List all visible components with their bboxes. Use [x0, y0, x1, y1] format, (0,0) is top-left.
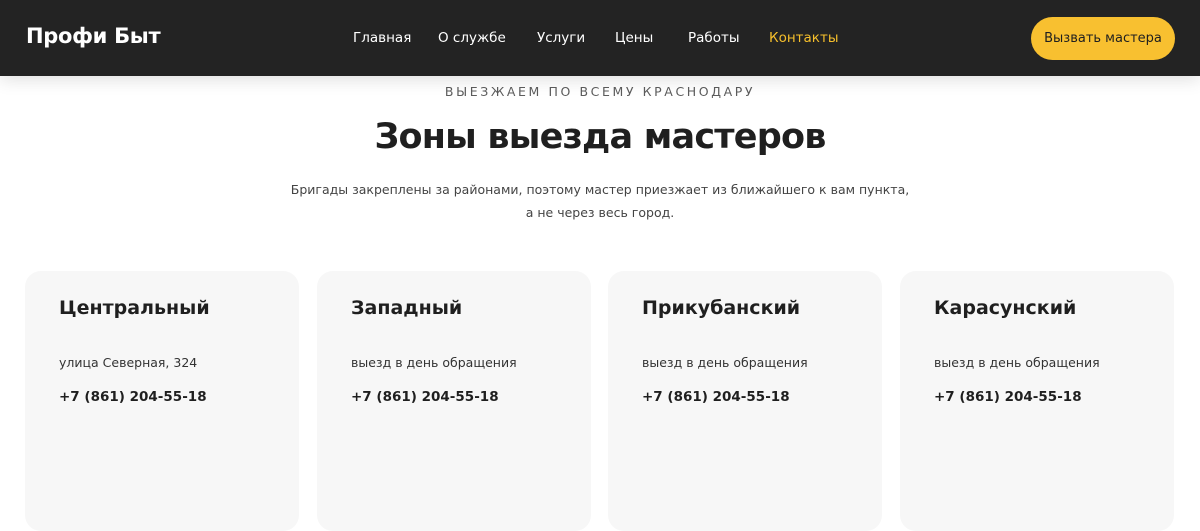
nav-link-contacts[interactable]: Контакты: [769, 30, 838, 46]
zone-name: Прикубанский: [642, 297, 801, 319]
zone-card-central: Центральный улица Северная, 324 +7 (861)…: [25, 271, 299, 531]
site-logo[interactable]: Профи Быт: [26, 24, 161, 48]
nav-link-about[interactable]: О службе: [438, 30, 506, 46]
section-subtitle: Бригады закреплены за районами, поэтому …: [0, 178, 1200, 224]
section-title: Зоны выезда мастеров: [374, 117, 826, 157]
section-kicker: ВЫЕЗЖАЕМ ПО ВСЕМУ КРАСНОДАРУ: [444, 84, 756, 99]
zone-name: Центральный: [59, 297, 210, 319]
zone-card-prikubansky: Прикубанский выезд в день обращения +7 (…: [608, 271, 882, 531]
zone-name: Западный: [351, 297, 463, 319]
zone-note: улица Северная, 324: [59, 355, 198, 370]
zone-name: Карасунский: [934, 297, 1077, 319]
subtitle-line-2: а не через весь город.: [525, 205, 675, 220]
call-master-button[interactable]: Вызвать мастера: [1031, 17, 1175, 60]
site-header: Профи Быт Главная О службе Услуги Цены Р…: [0, 0, 1200, 76]
subtitle-line-1: Бригады закреплены за районами, поэтому …: [290, 182, 910, 197]
zone-card-western: Западный выезд в день обращения +7 (861)…: [317, 271, 591, 531]
nav-link-services[interactable]: Услуги: [537, 30, 585, 46]
zone-note: выезд в день обращения: [934, 355, 1100, 370]
nav-link-home[interactable]: Главная: [353, 30, 411, 46]
zone-phone-link[interactable]: +7 (861) 204-55-18: [351, 389, 499, 405]
zone-note: выезд в день обращения: [351, 355, 517, 370]
zone-note: выезд в день обращения: [642, 355, 808, 370]
zone-card-karasunsky: Карасунский выезд в день обращения +7 (8…: [900, 271, 1174, 531]
nav-link-prices[interactable]: Цены: [615, 30, 653, 46]
zone-phone-link[interactable]: +7 (861) 204-55-18: [934, 389, 1082, 405]
nav-link-works[interactable]: Работы: [688, 30, 740, 46]
zone-phone-link[interactable]: +7 (861) 204-55-18: [642, 389, 790, 405]
zone-phone-link[interactable]: +7 (861) 204-55-18: [59, 389, 207, 405]
